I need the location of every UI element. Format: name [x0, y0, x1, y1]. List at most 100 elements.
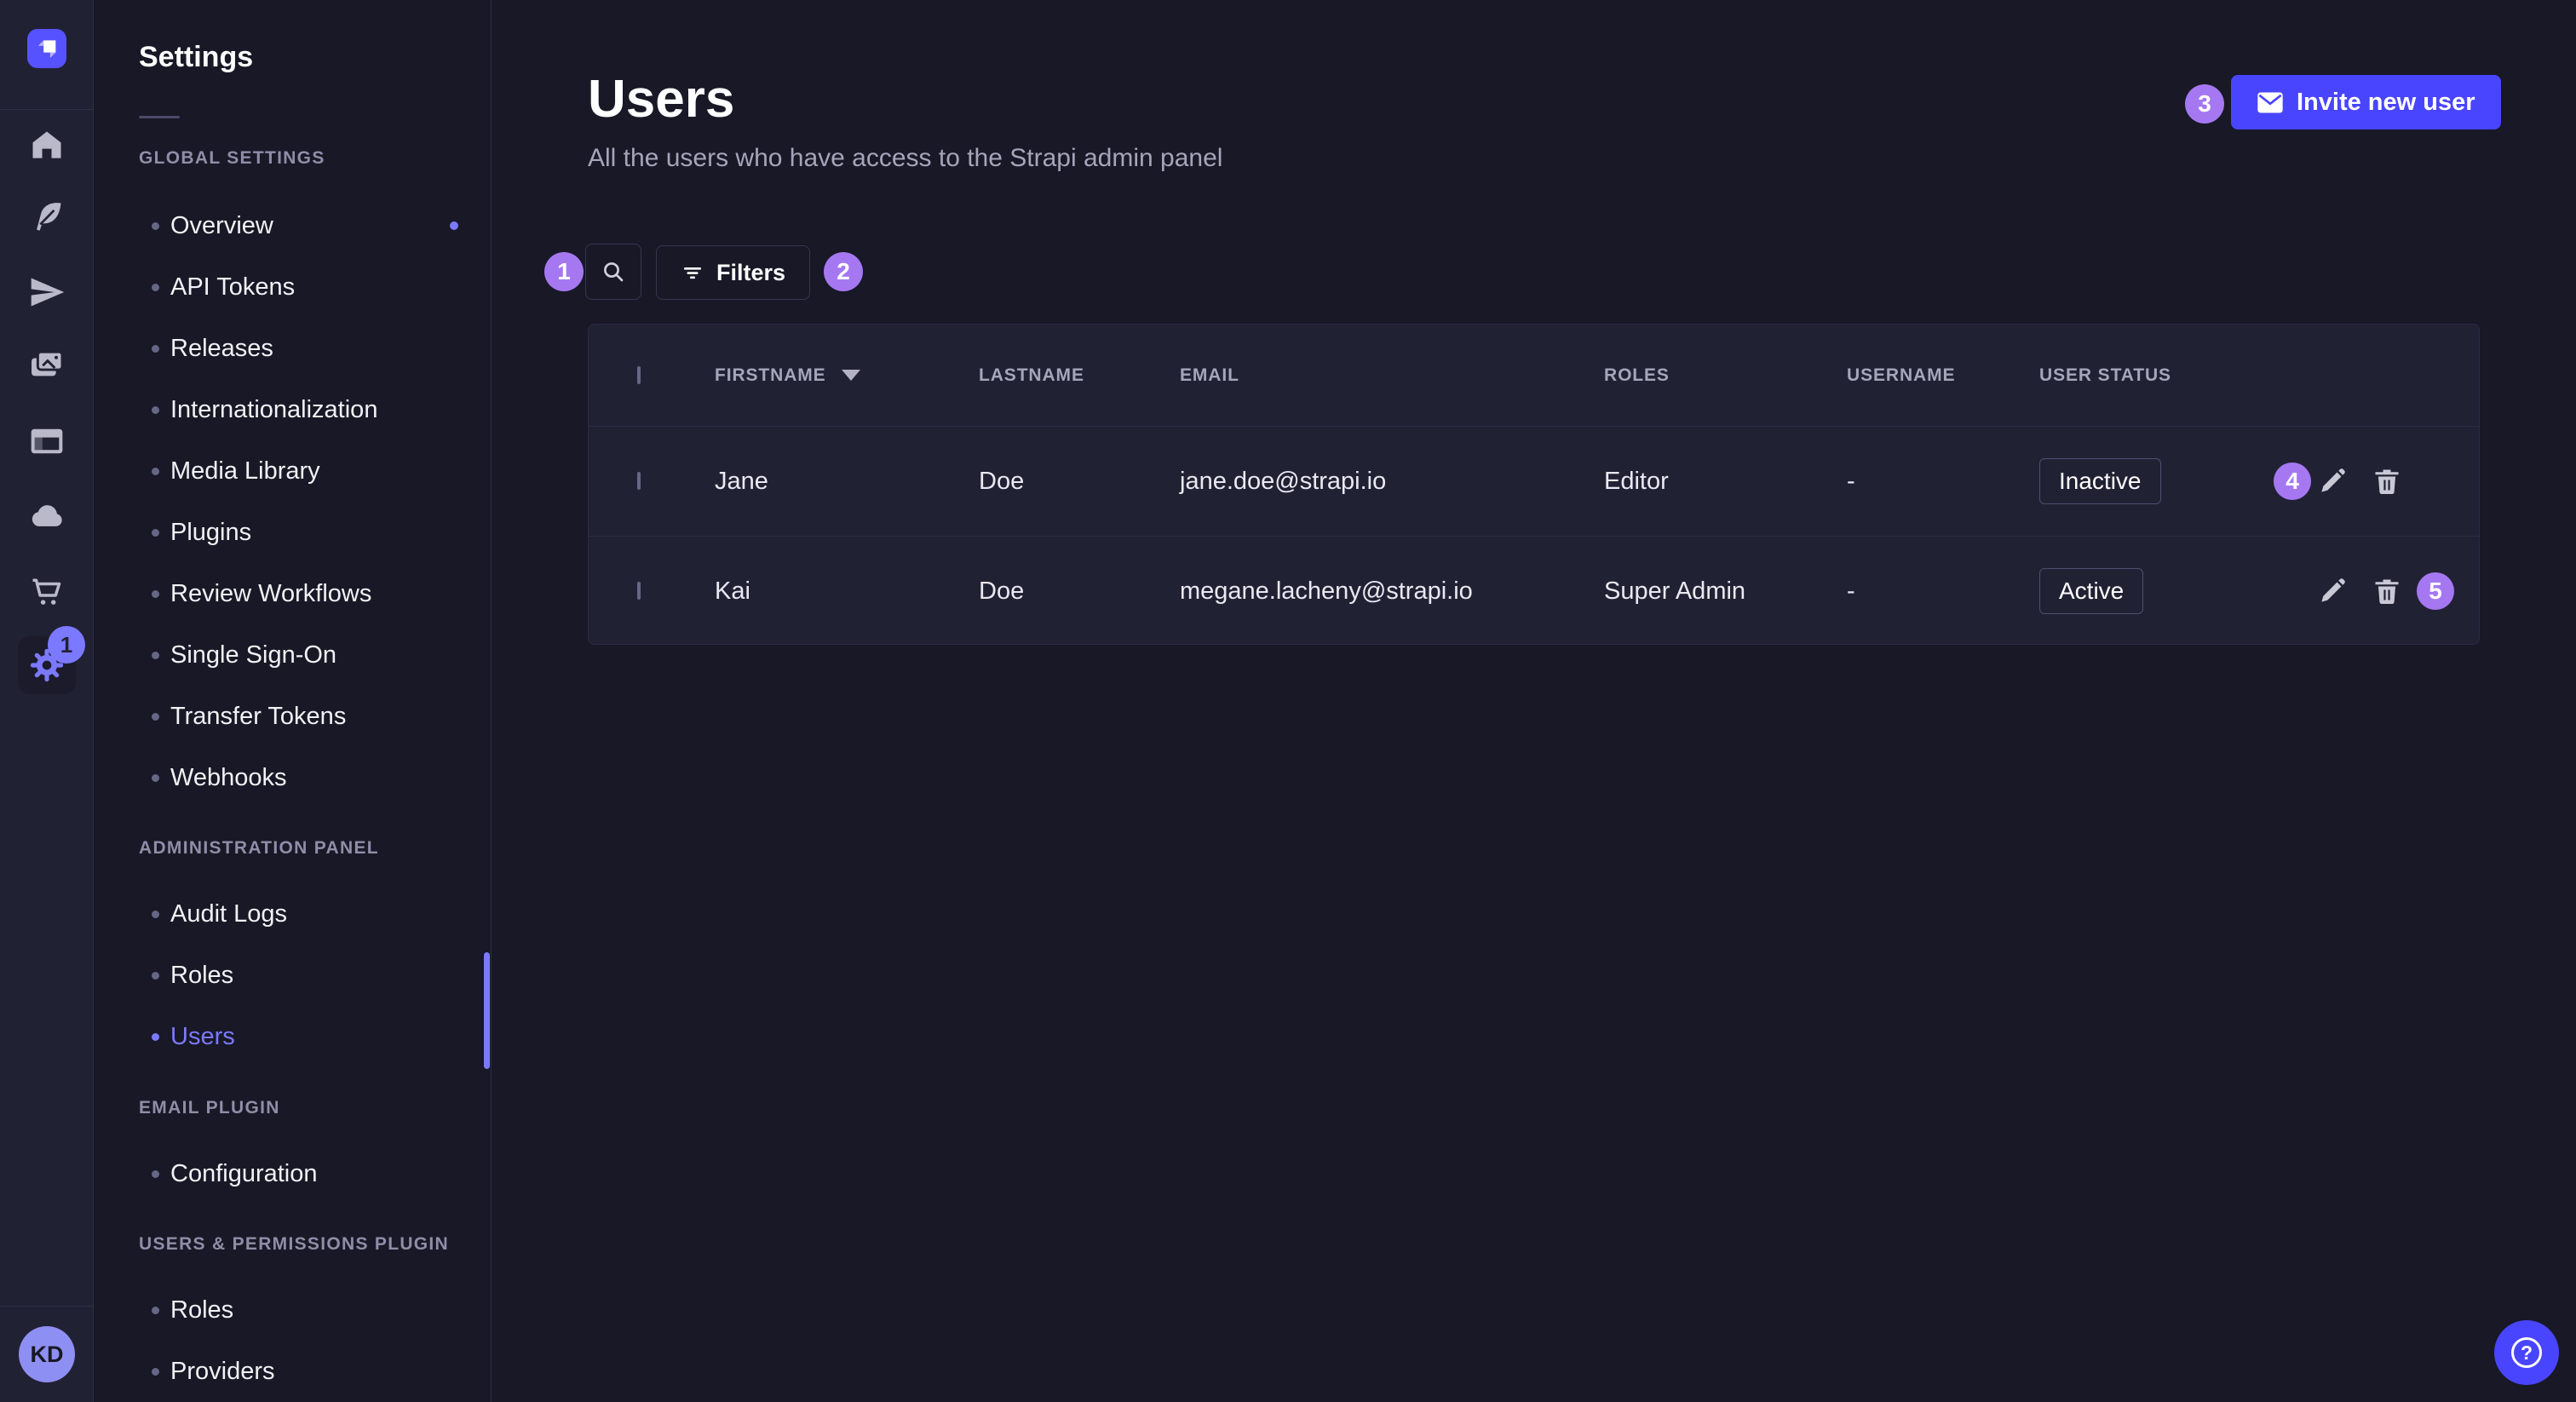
home-icon[interactable] [26, 125, 67, 166]
cell-firstname: Jane [715, 468, 979, 496]
envelope-icon [2257, 91, 2284, 114]
bullet-icon [152, 468, 159, 475]
cart-icon[interactable] [26, 572, 67, 612]
table-row-jane: Jane Doe jane.doe@strapi.io Editor - Ina… [589, 426, 2479, 536]
sidebar-item-up-roles[interactable]: Roles [95, 1279, 491, 1341]
select-row-checkbox[interactable] [637, 582, 641, 600]
sidebar-item-configuration[interactable]: Configuration [95, 1143, 491, 1204]
table-header-row: FIRSTNAME LASTNAME EMAIL ROLES USERNAME … [589, 325, 2479, 426]
annotation-badge-4: 4 [2274, 463, 2311, 500]
sidebar-item-api-tokens[interactable]: API Tokens [95, 256, 491, 318]
section-label-users-permissions-plugin: USERS & PERMISSIONS PLUGIN [139, 1233, 491, 1255]
sidebar-item-transfer-tokens[interactable]: Transfer Tokens [95, 686, 491, 747]
column-header-roles: ROLES [1604, 365, 1847, 386]
edit-user-button[interactable] [2315, 464, 2349, 498]
cell-username: - [1847, 468, 2039, 496]
bullet-icon [152, 406, 159, 414]
media-library-icon[interactable] [26, 346, 67, 387]
sidebar-item-plugins[interactable]: Plugins [95, 502, 491, 563]
bullet-icon [152, 1307, 159, 1314]
sidebar-item-single-sign-on[interactable]: Single Sign-On [95, 624, 491, 686]
status-badge: Inactive [2039, 458, 2161, 504]
page-title: Users [588, 72, 734, 128]
bullet-icon [152, 345, 159, 353]
annotation-badge-2: 2 [824, 252, 863, 291]
column-header-user-status: USER STATUS [2039, 365, 2286, 386]
sidebar-item-admin-roles[interactable]: Roles [95, 945, 491, 1006]
help-button[interactable]: ? [2494, 1320, 2559, 1385]
feather-icon[interactable] [26, 197, 67, 238]
sidebar-title: Settings [95, 0, 491, 75]
delete-user-button[interactable] [2370, 574, 2404, 608]
bullet-icon [152, 1368, 159, 1376]
strapi-logo-icon[interactable] [27, 29, 66, 68]
user-avatar[interactable]: KD [19, 1326, 75, 1382]
main-content: Users All the users who have access to t… [492, 0, 2576, 1402]
bullet-icon [152, 972, 159, 980]
section-label-administration-panel: ADMINISTRATION PANEL [139, 837, 491, 859]
cell-lastname: Doe [979, 577, 1180, 606]
delete-user-button[interactable] [2370, 464, 2404, 498]
sidebar-item-media-library[interactable]: Media Library [95, 440, 491, 502]
filter-icon [681, 261, 704, 284]
rail-divider [0, 1306, 94, 1307]
sidebar-scrollbar-thumb[interactable] [484, 952, 490, 1069]
bullet-icon [152, 222, 159, 230]
cell-email: jane.doe@strapi.io [1180, 468, 1604, 496]
search-icon [600, 258, 627, 285]
edit-user-button[interactable] [2315, 574, 2349, 608]
invite-button-label: Invite new user [2297, 89, 2475, 117]
section-label-email-plugin: EMAIL PLUGIN [139, 1097, 491, 1119]
sidebar-item-review-workflows[interactable]: Review Workflows [95, 563, 491, 624]
bullet-icon [152, 284, 159, 291]
sidebar-item-releases[interactable]: Releases [95, 318, 491, 379]
cell-roles: Super Admin [1604, 577, 1847, 606]
cell-roles: Editor [1604, 468, 1847, 496]
paper-plane-icon[interactable] [26, 272, 67, 313]
section-label-global-settings: GLOBAL SETTINGS [139, 147, 491, 170]
cloud-icon[interactable] [26, 496, 67, 537]
bullet-icon [152, 713, 159, 721]
column-header-lastname: LASTNAME [979, 365, 1180, 386]
settings-sidebar: Settings GLOBAL SETTINGS Overview API To… [95, 0, 492, 1402]
annotation-badge-1: 1 [544, 252, 584, 291]
sidebar-item-overview[interactable]: Overview [95, 195, 491, 256]
question-mark-icon: ? [2511, 1337, 2542, 1368]
table-row-kai: Kai Doe megane.lacheny@strapi.io Super A… [589, 536, 2479, 645]
bullet-icon [152, 1033, 159, 1041]
settings-notification-badge: 1 [48, 626, 85, 664]
sidebar-item-audit-logs[interactable]: Audit Logs [95, 883, 491, 945]
page-subtitle: All the users who have access to the Str… [588, 143, 1222, 174]
overview-notification-dot [450, 221, 458, 230]
column-header-firstname[interactable]: FIRSTNAME [715, 365, 979, 386]
column-header-username: USERNAME [1847, 365, 2039, 386]
filters-button[interactable]: Filters [656, 245, 810, 300]
select-row-checkbox[interactable] [637, 472, 641, 490]
annotation-badge-3: 3 [2185, 84, 2224, 124]
annotation-badge-5: 5 [2417, 572, 2454, 610]
cell-lastname: Doe [979, 468, 1180, 496]
bullet-icon [152, 652, 159, 659]
select-all-checkbox[interactable] [637, 366, 641, 384]
sidebar-item-internationalization[interactable]: Internationalization [95, 379, 491, 440]
search-button[interactable] [585, 244, 641, 300]
sidebar-item-providers[interactable]: Providers [95, 1341, 491, 1402]
bullet-icon [152, 911, 159, 918]
layout-icon[interactable] [26, 421, 67, 462]
users-table: FIRSTNAME LASTNAME EMAIL ROLES USERNAME … [588, 324, 2480, 645]
bullet-icon [152, 590, 159, 598]
sidebar-item-users-active[interactable]: Users [95, 1006, 491, 1067]
invite-new-user-button[interactable]: Invite new user [2231, 75, 2501, 129]
cell-email: megane.lacheny@strapi.io [1180, 577, 1604, 606]
column-header-email: EMAIL [1180, 365, 1604, 386]
sort-descending-icon [842, 370, 860, 381]
status-badge: Active [2039, 568, 2143, 614]
nav-rail: 1 KD [0, 0, 94, 1402]
title-divider [139, 116, 180, 118]
sidebar-item-webhooks[interactable]: Webhooks [95, 747, 491, 808]
bullet-icon [152, 1170, 159, 1178]
bullet-icon [152, 529, 159, 537]
workspace-block [0, 0, 94, 110]
filters-button-label: Filters [716, 260, 785, 286]
strapi-admin-app: 1 KD Settings GLOBAL SETTINGS Overview A… [0, 0, 2576, 1402]
